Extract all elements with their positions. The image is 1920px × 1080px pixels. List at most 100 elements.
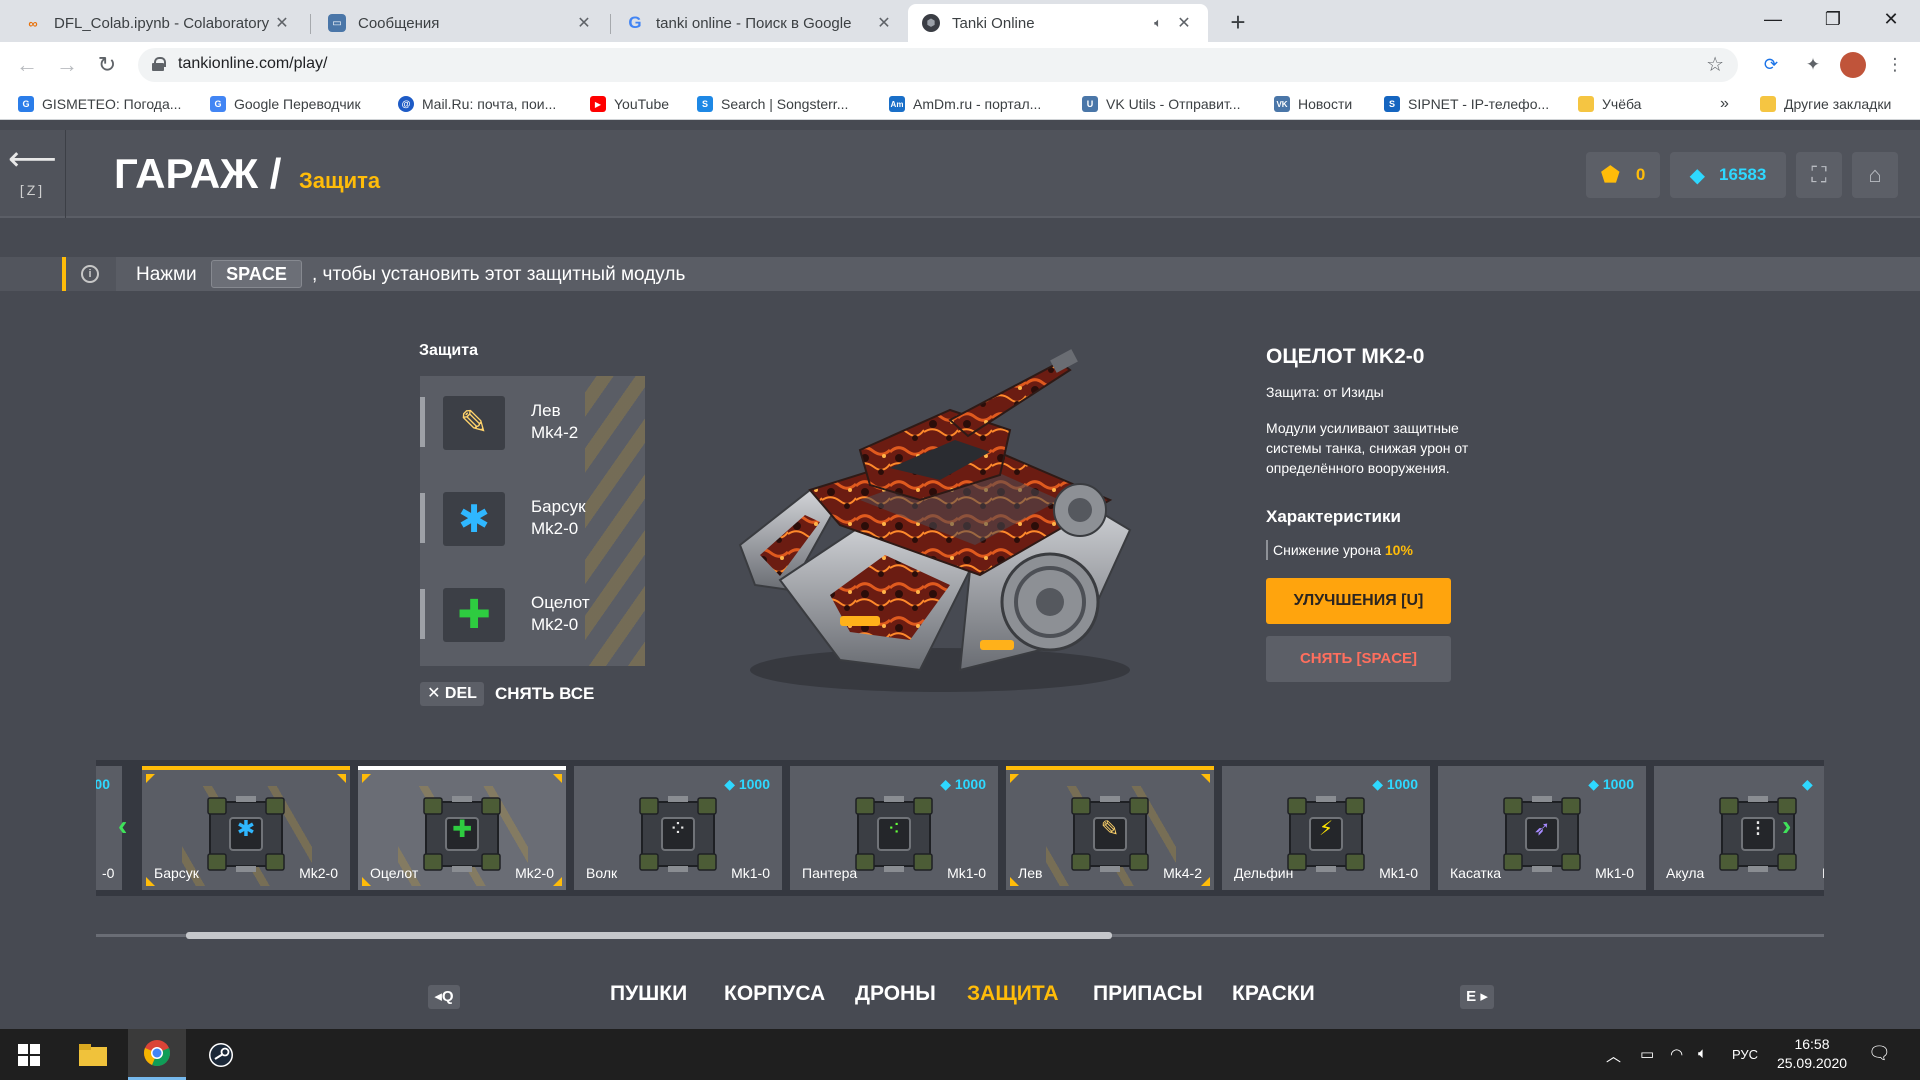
bookmark-folder-ucheba[interactable]: Учёба <box>1578 94 1641 114</box>
equipped-slot-3[interactable]: ✚ Оцелот Mk2-0 <box>420 568 645 654</box>
prev-category-hotkey[interactable]: ◂Q <box>428 985 460 1009</box>
slot-indicator <box>420 397 425 447</box>
profile-avatar[interactable] <box>1840 52 1866 78</box>
wifi-icon[interactable]: ◠ <box>1670 1045 1683 1063</box>
folder-icon <box>1760 96 1776 112</box>
tab-colab[interactable]: ∞ DFL_Colab.ipynb - Colaboratory ✕ <box>10 4 306 42</box>
card-level: Mk1-0 <box>731 865 770 881</box>
notifications-icon[interactable]: 🗨︎ <box>1868 1043 1891 1064</box>
module-glyph: ✚ <box>451 816 473 843</box>
carousel-prev-arrow[interactable]: ‹ <box>118 810 127 842</box>
module-card-akula[interactable]: ◆ ⁝ Акула M <box>1654 766 1824 890</box>
file-explorer-button[interactable] <box>64 1029 122 1080</box>
bookmark-amdm[interactable]: Am AmDm.ru - портал... <box>889 94 1041 114</box>
tanki-icon: ⬢ <box>922 14 940 32</box>
equipped-slot-2[interactable]: ✱ Барсук Mk2-0 <box>420 472 645 558</box>
songsterr-icon: S <box>697 96 713 112</box>
bookmark-folder-other[interactable]: Другие закладки <box>1760 94 1891 114</box>
new-tab-button[interactable]: + <box>1222 8 1254 36</box>
tab-paints[interactable]: КРАСКИ <box>1232 982 1315 1006</box>
sync-extension-icon[interactable]: ⟳ <box>1758 52 1784 78</box>
card-level: Mk2-0 <box>299 865 338 881</box>
module-card-lev[interactable]: ✎ Лев Mk4-2 <box>1006 766 1214 890</box>
tab-tanki-online[interactable]: ⬢ Tanki Online 🔈︎ ✕ <box>908 4 1208 42</box>
tab-protection[interactable]: ЗАЩИТА <box>967 982 1059 1006</box>
module-card-kasatka[interactable]: ◆ 1000 ➶ Касатка Mk1-0 <box>1438 766 1646 890</box>
tank-preview[interactable] <box>720 340 1160 700</box>
start-button[interactable] <box>0 1029 58 1080</box>
corner-marker <box>146 774 155 783</box>
bookmark-youtube[interactable]: ▶ YouTube <box>590 94 669 114</box>
close-tab-icon[interactable]: ✕ <box>1174 13 1194 33</box>
remove-button[interactable]: СНЯТЬ [SPACE] <box>1266 636 1451 682</box>
restore-button[interactable]: ❐ <box>1804 0 1862 38</box>
item-protection: Защита: от Изиды <box>1266 384 1384 400</box>
chrome-taskbar-button[interactable] <box>128 1029 186 1080</box>
close-tab-icon[interactable]: ✕ <box>574 13 594 33</box>
forward-button[interactable]: → <box>52 50 82 80</box>
tab-title: tanki online - Поиск в Google <box>656 14 852 32</box>
card-level: Mk2-0 <box>515 865 554 881</box>
bookmarks-overflow-button[interactable]: » <box>1720 94 1729 114</box>
system-clock[interactable]: 16:58 25.09.2020 <box>1772 1035 1852 1073</box>
tab-supplies[interactable]: ПРИПАСЫ <box>1093 982 1203 1006</box>
gold-crystals-counter[interactable]: ⬟ 0 <box>1586 152 1660 198</box>
item-description: Модули усиливают защитные системы танка,… <box>1266 420 1469 476</box>
tab-google-search[interactable]: G tanki online - Поиск в Google ✕ <box>612 4 908 42</box>
clock-date: 25.09.2020 <box>1776 1055 1848 1071</box>
tab-hulls[interactable]: КОРПУСА <box>724 982 825 1006</box>
exit-building-button[interactable]: ⌂ <box>1852 152 1898 198</box>
bookmark-google-translate[interactable]: G Google Переводчик <box>210 94 361 114</box>
bookmark-mailru[interactable]: @ Mail.Ru: почта, пои... <box>398 94 556 114</box>
bookmark-gismeteo[interactable]: G GISMETEO: Погода... <box>18 94 181 114</box>
bookmark-star-icon[interactable]: ☆ <box>1706 52 1724 77</box>
carousel-next-arrow[interactable]: › <box>1782 810 1791 842</box>
speaker-icon[interactable]: 🔈︎ <box>1148 15 1168 31</box>
del-hotkey[interactable]: ✕ DEL <box>420 682 484 706</box>
bookmark-songsterr[interactable]: S Search | Songsterr... <box>697 94 848 114</box>
volume-icon[interactable]: 🔈︎ <box>1698 1045 1707 1062</box>
tab-messages[interactable]: ▭ Сообщения ✕ <box>314 4 608 42</box>
bookmark-vkutils[interactable]: U VK Utils - Отправит... <box>1082 94 1240 114</box>
tab-title: Сообщения <box>358 14 440 32</box>
tab-drones[interactable]: ДРОНЫ <box>855 982 936 1006</box>
close-tab-icon[interactable]: ✕ <box>874 13 894 33</box>
carousel-scroll-thumb[interactable] <box>186 932 1112 939</box>
bookmark-sipnet[interactable]: S SIPNET - IP-телефо... <box>1384 94 1549 114</box>
card-level: M <box>1822 865 1824 881</box>
module-card-pantera[interactable]: ◆ 1000 ⁖ Пантера Mk1-0 <box>790 766 998 890</box>
vk-messages-icon: ▭ <box>328 14 346 32</box>
card-name: Волк <box>586 865 618 881</box>
module-card-ocelot[interactable]: ✚ Оцелот Mk2-0 <box>358 766 566 890</box>
crystals-counter[interactable]: ◆ 16583 <box>1670 152 1786 198</box>
close-tab-icon[interactable]: ✕ <box>272 13 292 33</box>
tab-guns[interactable]: ПУШКИ <box>610 982 687 1006</box>
extensions-puzzle-icon[interactable]: ✦ <box>1800 52 1826 78</box>
equipped-slot-1[interactable]: ✎ Лев Mk4-2 <box>420 376 645 462</box>
reload-button[interactable]: ↻ <box>92 50 122 80</box>
module-card-barsuk[interactable]: ✱ Барсук Mk2-0 <box>142 766 350 890</box>
upgrades-button[interactable]: УЛУЧШЕНИЯ [U] <box>1266 578 1451 624</box>
windows-taskbar: ︿ ▭ ◠ 🔈︎ РУС 16:58 25.09.2020 🗨︎ <box>0 1029 1920 1080</box>
module-card-delfin[interactable]: ◆ 1000 ⚡ Дельфин Mk1-0 <box>1222 766 1430 890</box>
minimize-button[interactable]: — <box>1744 0 1802 38</box>
crystal-icon: ◆ <box>1372 776 1387 792</box>
card-level: Mk1-0 <box>947 865 986 881</box>
steam-taskbar-button[interactable] <box>192 1029 250 1080</box>
card-name: Барсук <box>154 865 199 881</box>
fullscreen-button[interactable]: ⛶ <box>1796 152 1842 198</box>
menu-kebab-icon[interactable]: ⋮ <box>1882 52 1908 78</box>
address-bar[interactable]: tankionline.com/play/ ☆ <box>138 48 1738 82</box>
next-category-hotkey[interactable]: E ▸ <box>1460 985 1494 1009</box>
back-button[interactable]: ← <box>12 50 42 80</box>
remove-all-button[interactable]: СНЯТЬ ВСЕ <box>495 684 594 704</box>
close-window-button[interactable]: ✕ <box>1862 0 1920 38</box>
bookmark-news[interactable]: VK Новости <box>1274 94 1352 114</box>
language-indicator[interactable]: РУС <box>1732 1047 1758 1062</box>
module-card-volk[interactable]: ◆ 1000 ⁘ Волк Mk1-0 <box>574 766 782 890</box>
card-name: Акула <box>1666 865 1705 881</box>
tray-chevron-icon[interactable]: ︿ <box>1606 1045 1621 1066</box>
back-button[interactable]: ⟵ [Z] <box>0 130 66 218</box>
battery-icon[interactable]: ▭ <box>1640 1045 1654 1063</box>
card-price: ◆ 1000 <box>724 776 770 792</box>
